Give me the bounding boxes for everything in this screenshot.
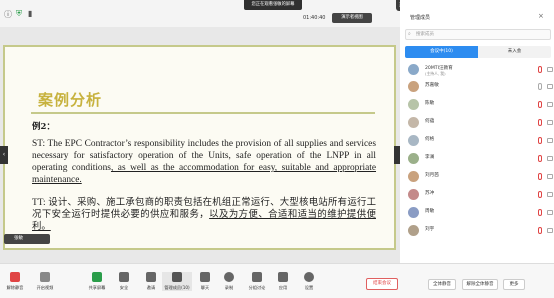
presenter-view-button[interactable]: 演示者视图 <box>332 13 372 23</box>
apps-icon <box>278 272 288 282</box>
member-row[interactable]: 刘月茜 <box>408 171 554 185</box>
member-row[interactable]: 20MTI汪教育 (主持人, 我) <box>408 64 554 78</box>
close-icon[interactable]: × <box>538 12 544 20</box>
mic-muted-icon[interactable] <box>538 137 542 144</box>
unmute-all-button[interactable]: 解除全体静音 <box>462 279 498 290</box>
meeting-timer: 01:40:40 <box>303 15 326 21</box>
signal-icon: ▮ <box>28 9 33 18</box>
members-icon <box>172 272 182 282</box>
panel-title: 管理成员 <box>410 15 431 21</box>
member-row[interactable]: 刘宇 <box>408 225 554 239</box>
camera-off-icon[interactable] <box>547 192 553 197</box>
member-row[interactable]: 周敏 <box>408 207 554 221</box>
camera-off-icon[interactable] <box>547 67 553 72</box>
share-screen-button[interactable]: 共享屏幕 <box>82 272 112 291</box>
record-icon <box>224 272 234 282</box>
settings-icon <box>304 272 314 282</box>
tab-not-joined[interactable]: 未入会 <box>478 46 551 58</box>
mic-muted-icon[interactable] <box>538 66 542 73</box>
member-row[interactable]: 苏嘉敏 <box>408 81 554 95</box>
chat-icon <box>200 272 210 282</box>
avatar <box>408 189 419 200</box>
security-button[interactable]: 安全 <box>109 272 139 291</box>
avatar <box>408 207 419 218</box>
camera-off-icon[interactable] <box>547 138 553 143</box>
member-row[interactable]: 李澜 <box>408 153 554 167</box>
unmute-button[interactable]: 解除静音 <box>0 272 30 291</box>
invite-icon <box>146 272 156 282</box>
slide-title: 案例分析 <box>38 91 103 109</box>
more-button[interactable]: 更多 <box>503 279 525 290</box>
search-icon: ⌕ <box>408 31 411 37</box>
example-label: 例2： <box>32 122 55 132</box>
presenter-name-tag: 张敏 <box>4 234 50 244</box>
camera-off-icon[interactable] <box>547 156 553 161</box>
settings-button[interactable]: 设置 <box>294 272 324 291</box>
collapse-left-handle[interactable]: ‹ <box>0 146 8 164</box>
member-search-input[interactable]: 搜索成员 <box>405 29 551 40</box>
avatar <box>408 64 419 75</box>
member-row[interactable]: 苏冲 <box>408 189 554 203</box>
target-text: TT: 设计、采购、施工承包商的职责包括在机组正常运行、大型核电站所有运行工况下… <box>32 197 376 233</box>
avatar <box>408 135 419 146</box>
record-button[interactable]: 录制 <box>214 272 244 291</box>
camera-off-icon[interactable] <box>547 174 553 179</box>
camera-off-icon[interactable] <box>547 84 553 89</box>
source-text: ST: The EPC Contractor’s responsibility … <box>32 138 376 186</box>
avatar <box>408 171 419 182</box>
shield-icon <box>119 272 129 282</box>
start-video-button[interactable]: 开启视频 <box>30 272 60 291</box>
camera-off-icon[interactable] <box>547 120 553 125</box>
mic-muted-icon[interactable] <box>538 101 542 108</box>
mic-icon <box>10 272 20 282</box>
avatar <box>408 99 419 110</box>
avatar <box>408 81 419 92</box>
title-divider <box>31 112 375 114</box>
camera-icon <box>40 272 50 282</box>
share-screen-icon <box>92 272 102 282</box>
shield-check-icon[interactable]: ⛨ <box>16 9 22 19</box>
manage-members-button[interactable]: 管理成员(10) <box>162 272 192 291</box>
member-row[interactable]: 何格 <box>408 135 554 149</box>
camera-off-icon[interactable] <box>547 102 553 107</box>
watching-screen-tip: 您正在观看张敏的屏幕 <box>244 0 302 10</box>
info-icon[interactable]: ⓘ <box>4 9 12 20</box>
avatar <box>408 117 419 128</box>
avatar <box>408 225 419 236</box>
member-row[interactable]: 陈敏 <box>408 99 554 113</box>
mic-muted-icon[interactable] <box>538 227 542 234</box>
mic-muted-icon[interactable] <box>538 191 542 198</box>
mute-all-button[interactable]: 全体静音 <box>428 279 456 290</box>
end-meeting-button[interactable]: 结束会议 <box>366 278 398 290</box>
camera-off-icon[interactable] <box>547 210 553 215</box>
avatar <box>408 153 419 164</box>
breakout-icon <box>252 272 262 282</box>
camera-off-icon[interactable] <box>547 228 553 233</box>
mic-muted-icon[interactable] <box>538 209 542 216</box>
mic-muted-icon[interactable] <box>538 119 542 126</box>
member-row[interactable]: 何蕴 <box>408 117 554 131</box>
mic-icon[interactable] <box>538 83 542 90</box>
mic-muted-icon[interactable] <box>538 173 542 180</box>
tab-in-meeting[interactable]: 会议中(10) <box>405 46 478 58</box>
mic-muted-icon[interactable] <box>538 155 542 162</box>
